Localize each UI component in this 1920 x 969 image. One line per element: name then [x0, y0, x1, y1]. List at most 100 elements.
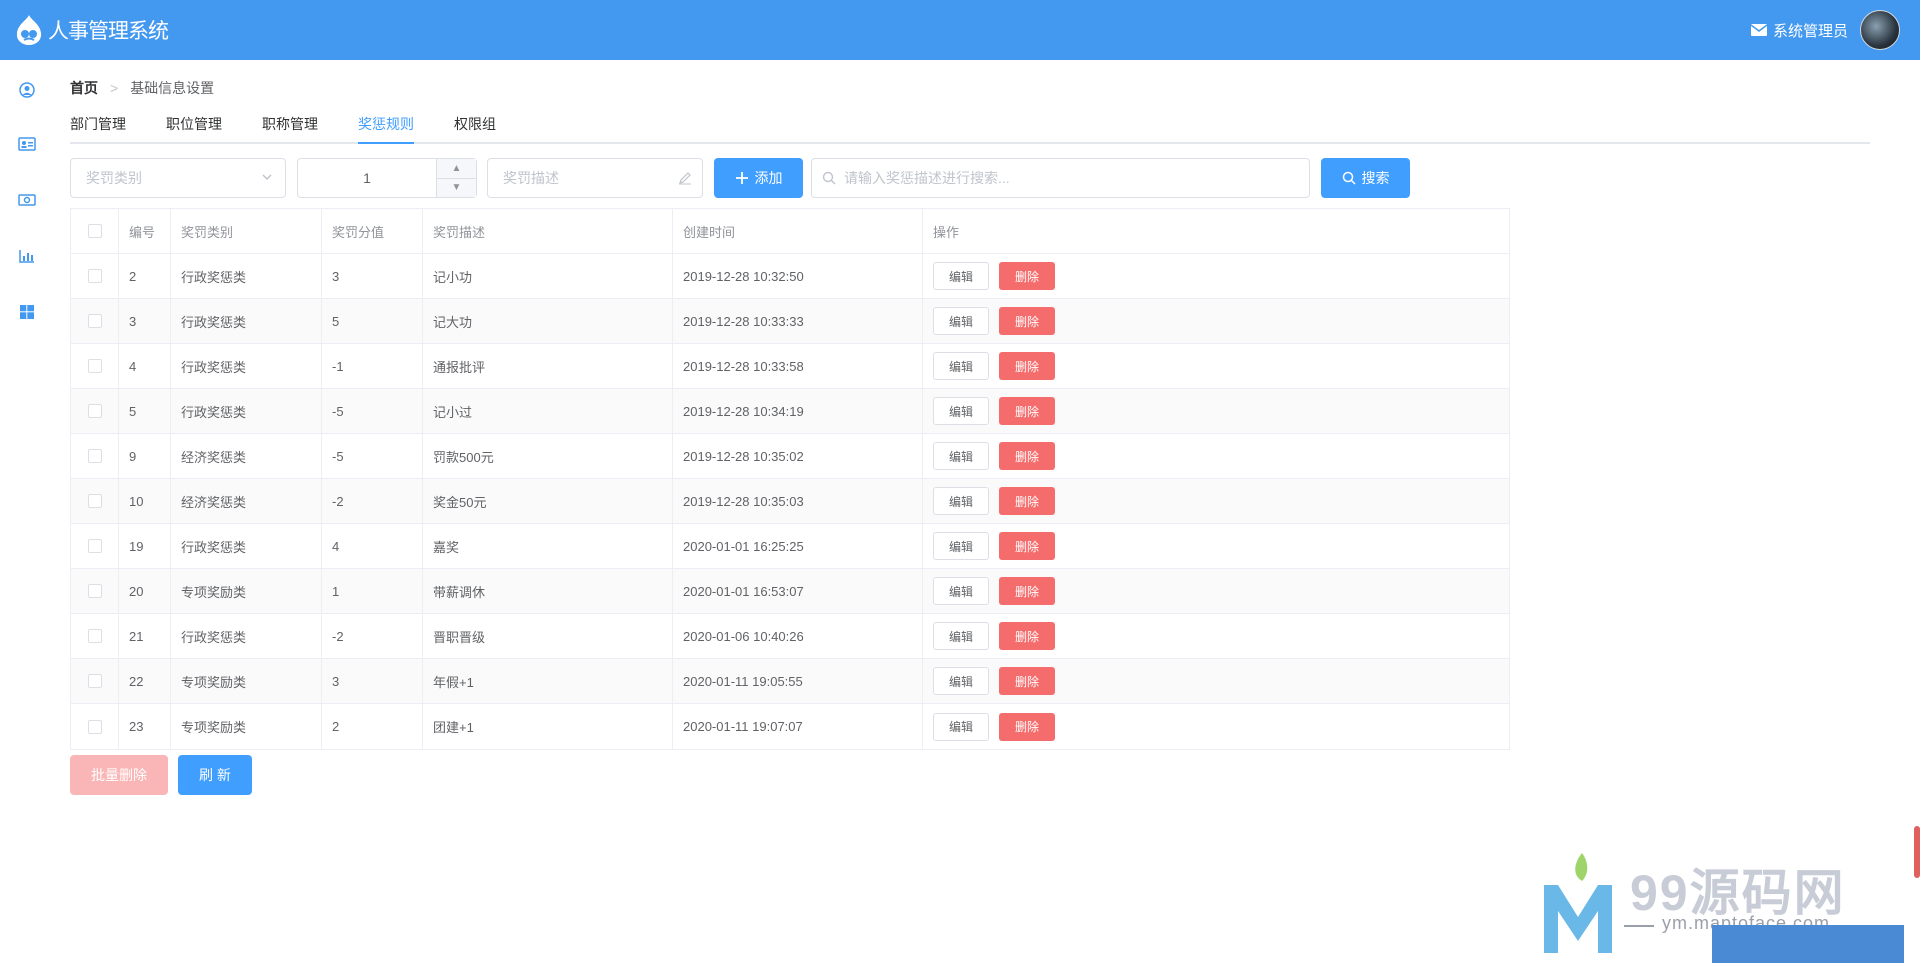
row-time: 2020-01-06 10:40:26	[673, 614, 923, 658]
search-button[interactable]: 搜索	[1321, 158, 1410, 198]
delete-button[interactable]: 删除	[999, 667, 1055, 695]
reward-type-select[interactable]: 奖罚类别	[70, 158, 286, 198]
reward-type-placeholder: 奖罚类别	[86, 170, 142, 186]
header-time: 创建时间	[673, 209, 923, 253]
tab-reward-rules[interactable]: 奖惩规则	[358, 114, 414, 144]
row-checkbox[interactable]	[87, 269, 102, 283]
id-card-icon[interactable]	[17, 134, 37, 154]
edit-button[interactable]: 编辑	[933, 487, 989, 515]
tab-department[interactable]: 部门管理	[70, 114, 126, 142]
delete-button[interactable]: 删除	[999, 352, 1055, 380]
row-id: 23	[119, 704, 171, 749]
edit-button[interactable]: 编辑	[933, 307, 989, 335]
delete-button[interactable]: 删除	[999, 442, 1055, 470]
tab-permission-group[interactable]: 权限组	[454, 114, 496, 142]
delete-button[interactable]: 删除	[999, 307, 1055, 335]
row-id: 3	[119, 299, 171, 343]
table-row: 21 行政奖惩类 -2 晋职晋级 2020-01-06 10:40:26 编辑 …	[71, 614, 1509, 659]
delete-button[interactable]: 删除	[999, 487, 1055, 515]
row-ops: 编辑 删除	[923, 344, 1509, 388]
row-ops: 编辑 删除	[923, 389, 1509, 433]
watermark-logo-icon	[1544, 853, 1612, 953]
chart-icon[interactable]	[17, 246, 37, 266]
user-icon[interactable]	[17, 80, 37, 100]
refresh-button[interactable]: 刷 新	[178, 755, 252, 795]
avatar[interactable]	[1860, 10, 1900, 50]
user-name[interactable]: 系统管理员	[1773, 20, 1848, 41]
row-checkbox[interactable]	[87, 539, 102, 553]
row-checkbox[interactable]	[87, 449, 102, 463]
edit-button[interactable]: 编辑	[933, 352, 989, 380]
row-desc: 记小功	[423, 254, 673, 298]
edit-button[interactable]: 编辑	[933, 577, 989, 605]
delete-button[interactable]: 删除	[999, 397, 1055, 425]
row-points: -5	[322, 434, 423, 478]
scroll-indicator[interactable]	[1914, 826, 1920, 878]
reward-desc-input[interactable]: 奖罚描述	[487, 158, 703, 198]
breadcrumb-home[interactable]: 首页	[70, 78, 98, 98]
money-icon[interactable]	[17, 190, 37, 210]
row-id: 22	[119, 659, 171, 703]
tab-position[interactable]: 职位管理	[166, 114, 222, 142]
row-type: 行政奖惩类	[171, 389, 322, 433]
edit-button[interactable]: 编辑	[933, 442, 989, 470]
row-type: 行政奖惩类	[171, 299, 322, 343]
edit-button[interactable]: 编辑	[933, 667, 989, 695]
select-all-checkbox[interactable]	[87, 224, 102, 238]
row-checkbox[interactable]	[87, 719, 102, 734]
app-logo[interactable]: 人事管理系统	[14, 14, 169, 46]
row-type: 行政奖惩类	[171, 344, 322, 388]
table-row: 20 专项奖励类 1 带薪调休 2020-01-01 16:53:07 编辑 删…	[71, 569, 1509, 614]
batch-delete-button[interactable]: 批量删除	[70, 755, 168, 795]
delete-button[interactable]: 删除	[999, 577, 1055, 605]
table-row: 23 专项奖励类 2 团建+1 2020-01-11 19:07:07 编辑 删…	[71, 704, 1509, 749]
delete-button[interactable]: 删除	[999, 712, 1055, 741]
mail-icon[interactable]	[1750, 24, 1767, 36]
row-checkbox[interactable]	[87, 359, 102, 373]
edit-button[interactable]: 编辑	[933, 622, 989, 650]
row-type: 专项奖励类	[171, 569, 322, 613]
row-checkbox[interactable]	[87, 629, 102, 643]
row-points: -2	[322, 479, 423, 523]
reward-rules-table: 编号 奖罚类别 奖罚分值 奖罚描述 创建时间 操作 2 行政奖惩类 3 记小功 …	[70, 208, 1510, 750]
delete-button[interactable]: 删除	[999, 622, 1055, 650]
row-checkbox[interactable]	[87, 314, 102, 328]
add-button[interactable]: 添加	[714, 158, 803, 198]
row-ops: 编辑 删除	[923, 524, 1509, 568]
watermark-note-box	[1712, 925, 1904, 963]
user-area[interactable]: 系统管理员	[1750, 10, 1900, 50]
plus-icon	[735, 172, 748, 184]
row-checkbox-cell	[71, 254, 119, 298]
search-input[interactable]: 请输入奖惩描述进行搜索...	[811, 158, 1310, 198]
row-checkbox[interactable]	[87, 494, 102, 508]
row-type: 专项奖励类	[171, 704, 322, 749]
row-ops: 编辑 删除	[923, 254, 1509, 298]
table-row: 2 行政奖惩类 3 记小功 2019-12-28 10:32:50 编辑 删除	[71, 254, 1509, 299]
stepper-up-icon[interactable]: ▲	[437, 159, 476, 179]
row-points: 3	[322, 254, 423, 298]
stepper-down-icon[interactable]: ▼	[437, 179, 476, 198]
row-checkbox-cell	[71, 344, 119, 388]
points-stepper[interactable]: 1 ▲ ▼	[297, 158, 477, 198]
row-ops: 编辑 删除	[923, 704, 1509, 749]
edit-button[interactable]: 编辑	[933, 532, 989, 560]
row-type: 行政奖惩类	[171, 254, 322, 298]
row-type: 专项奖励类	[171, 659, 322, 703]
row-time: 2020-01-11 19:07:07	[673, 704, 923, 749]
row-checkbox[interactable]	[87, 674, 102, 688]
edit-button[interactable]: 编辑	[933, 397, 989, 425]
edit-button[interactable]: 编辑	[933, 262, 989, 290]
row-type: 经济奖惩类	[171, 479, 322, 523]
delete-button[interactable]: 删除	[999, 262, 1055, 290]
delete-button[interactable]: 删除	[999, 532, 1055, 560]
windows-icon[interactable]	[17, 302, 37, 322]
table-row: 4 行政奖惩类 -1 通报批评 2019-12-28 10:33:58 编辑 删…	[71, 344, 1509, 389]
stepper-controls: ▲ ▼	[436, 159, 476, 197]
points-value[interactable]: 1	[298, 159, 436, 197]
row-desc: 嘉奖	[423, 524, 673, 568]
edit-button[interactable]: 编辑	[933, 712, 989, 741]
row-id: 19	[119, 524, 171, 568]
tab-job-title[interactable]: 职称管理	[262, 114, 318, 142]
row-checkbox[interactable]	[87, 404, 102, 418]
row-checkbox[interactable]	[87, 584, 102, 598]
